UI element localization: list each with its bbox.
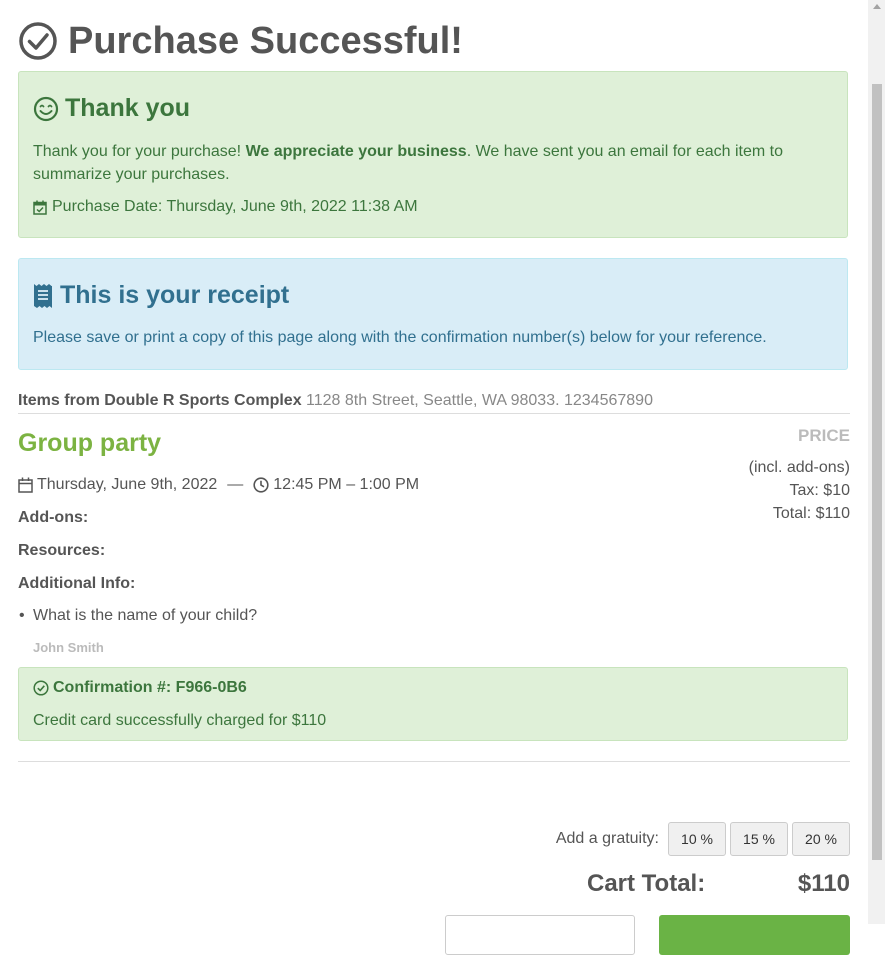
gratuity-15-button[interactable]: 15 %: [730, 822, 788, 856]
cart-total-value: $110: [797, 870, 850, 897]
receipt-heading-text: This is your receipt: [60, 281, 290, 309]
item-schedule: Thursday, June 9th, 2022 — 12:45 PM – 1:…: [18, 476, 419, 494]
divider: [18, 413, 850, 414]
check-circle-icon: [33, 680, 49, 696]
calendar-check-icon: [33, 200, 47, 215]
primary-button[interactable]: [659, 915, 850, 955]
receipt-heading: This is your receipt: [33, 281, 289, 310]
gratuity-20-button[interactable]: 20 %: [792, 822, 850, 856]
price-header: PRICE: [798, 426, 850, 445]
vendor-name: Items from Double R Sports Complex: [18, 392, 302, 409]
scrollbar-thumb[interactable]: [872, 84, 882, 860]
thank-you-text: Thank you for your purchase! We apprecia…: [33, 140, 823, 186]
info-answer: John Smith: [33, 640, 104, 655]
price-total: Total: $110: [772, 505, 850, 522]
gratuity-selector: Add a gratuity: 10 % 15 % 20 %: [556, 822, 850, 856]
vendor-info: Items from Double R Sports Complex 1128 …: [18, 392, 653, 410]
item-time: 12:45 PM – 1:00 PM: [273, 476, 420, 493]
price-summary: PRICE (incl. add-ons) Tax: $10 Total: $1…: [650, 424, 850, 525]
receipt-text: Please save or print a copy of this page…: [33, 329, 767, 346]
secondary-button[interactable]: [445, 915, 635, 955]
item-title: Group party: [18, 429, 162, 457]
receipt-panel: This is your receipt Please save or prin…: [18, 258, 848, 370]
divider: [18, 761, 850, 762]
scroll-up-arrow-icon[interactable]: [873, 4, 881, 9]
thank-you-text-start: Thank you for your purchase!: [33, 143, 246, 160]
clock-icon: [253, 477, 269, 493]
confirmation-text: Credit card successfully charged for $11…: [33, 712, 327, 729]
vendor-address: 1128 8th Street, Seattle, WA 98033. 1234…: [301, 392, 653, 409]
confirmation-panel: Confirmation #: F966-0B6 Credit card suc…: [18, 667, 848, 741]
smile-icon: [33, 96, 59, 121]
confirmation-number: Confirmation #: F966-0B6: [53, 679, 247, 696]
thank-you-heading: Thank you: [33, 94, 190, 123]
schedule-separator: —: [227, 476, 244, 493]
gratuity-10-button[interactable]: 10 %: [668, 822, 726, 856]
resources-label: Resources:: [18, 542, 106, 559]
calendar-icon: [18, 477, 33, 493]
thank-you-panel: Thank you Thank you for your purchase! W…: [18, 71, 848, 238]
info-question: What is the name of your child?: [19, 607, 257, 625]
thank-you-text-bold: We appreciate your business: [245, 143, 467, 160]
additional-info-label: Additional Info:: [18, 575, 136, 592]
cart-total-label: Cart Total:: [587, 870, 706, 897]
purchase-date-text: Purchase Date: Thursday, June 9th, 2022 …: [52, 198, 418, 215]
price-note: (incl. add-ons): [748, 459, 850, 476]
thank-you-heading-text: Thank you: [65, 94, 191, 122]
page-title-text: Purchase Successful!: [68, 20, 463, 62]
price-tax: Tax: $10: [789, 482, 850, 499]
page-title: Purchase Successful!: [18, 18, 463, 64]
item-date: Thursday, June 9th, 2022: [37, 476, 218, 493]
purchase-date: Purchase Date: Thursday, June 9th, 2022 …: [33, 198, 418, 216]
receipt-icon: [34, 283, 52, 308]
scrollbar[interactable]: [868, 0, 885, 924]
addons-label: Add-ons:: [18, 509, 89, 526]
gratuity-label: Add a gratuity:: [555, 830, 659, 847]
check-circle-icon: [19, 22, 57, 60]
confirmation-heading: Confirmation #: F966-0B6: [33, 679, 247, 697]
